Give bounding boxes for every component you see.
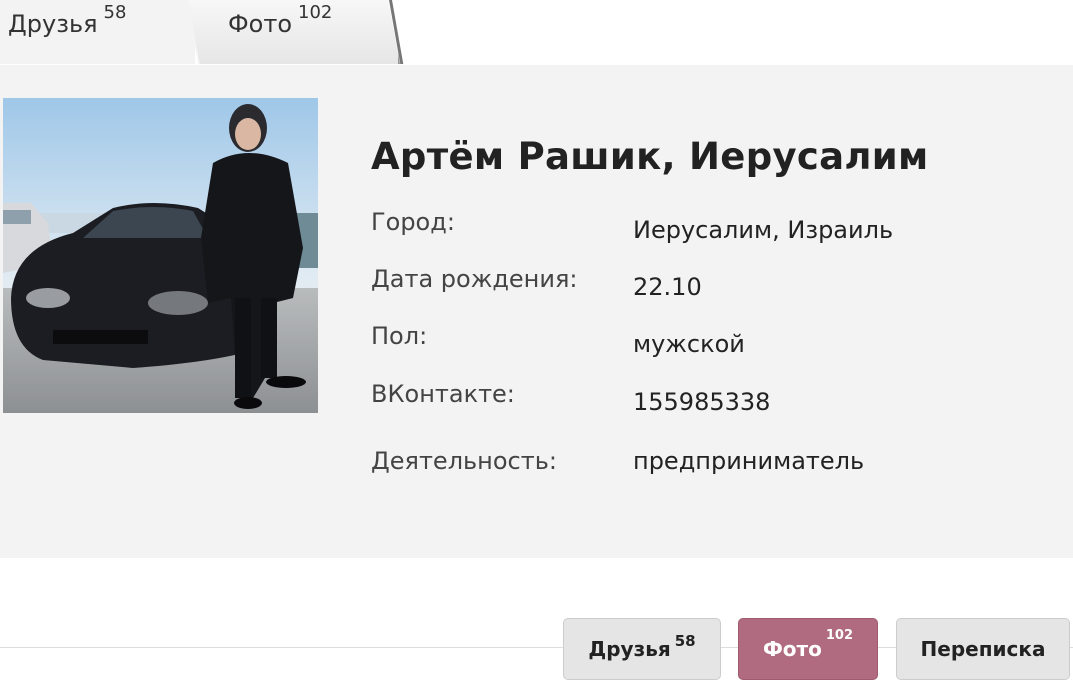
tab-photo-count: 102 [298,2,333,23]
field-city-value: Иерусалим, Израиль [633,216,894,244]
tab-photo-label: Фото [228,10,293,38]
messages-button[interactable]: Переписка [896,618,1070,680]
field-gender-label: Пол: [371,322,428,350]
friends-button-label: Друзья [588,637,671,661]
field-birthdate-value: 22.10 [633,273,702,301]
messages-button-label: Переписка [920,637,1046,661]
tab-photo[interactable]: Фото 102 [188,0,400,64]
tab-friends-label: Друзья [8,10,98,38]
photo-button[interactable]: Фото 102 [738,618,878,680]
photo-button-count: 102 [825,627,854,643]
field-occupation-label: Деятельность: [371,447,557,475]
tab-friends[interactable]: Друзья 58 [0,0,195,64]
field-vkontakte-label: ВКонтакте: [371,380,515,408]
profile-panel: Артём Рашик, Иерусалим Город: Иерусалим,… [0,65,1073,558]
friends-button-count: 58 [674,632,696,650]
field-occupation-value: предприниматель [633,447,865,475]
field-city-label: Город: [371,208,455,236]
tab-friends-count: 58 [103,2,127,23]
profile-tabs: Друзья 58 Фото 102 [0,0,1073,65]
profile-name: Артём Рашик, Иерусалим [371,135,929,178]
profile-photo[interactable] [3,98,318,413]
field-gender-value: мужской [633,330,745,358]
profile-photo-image [3,98,318,413]
field-birthdate-label: Дата рождения: [371,265,578,293]
photo-button-label: Фото [762,637,822,661]
field-vkontakte-value: 155985338 [633,388,771,416]
friends-button[interactable]: Друзья 58 [563,618,721,680]
